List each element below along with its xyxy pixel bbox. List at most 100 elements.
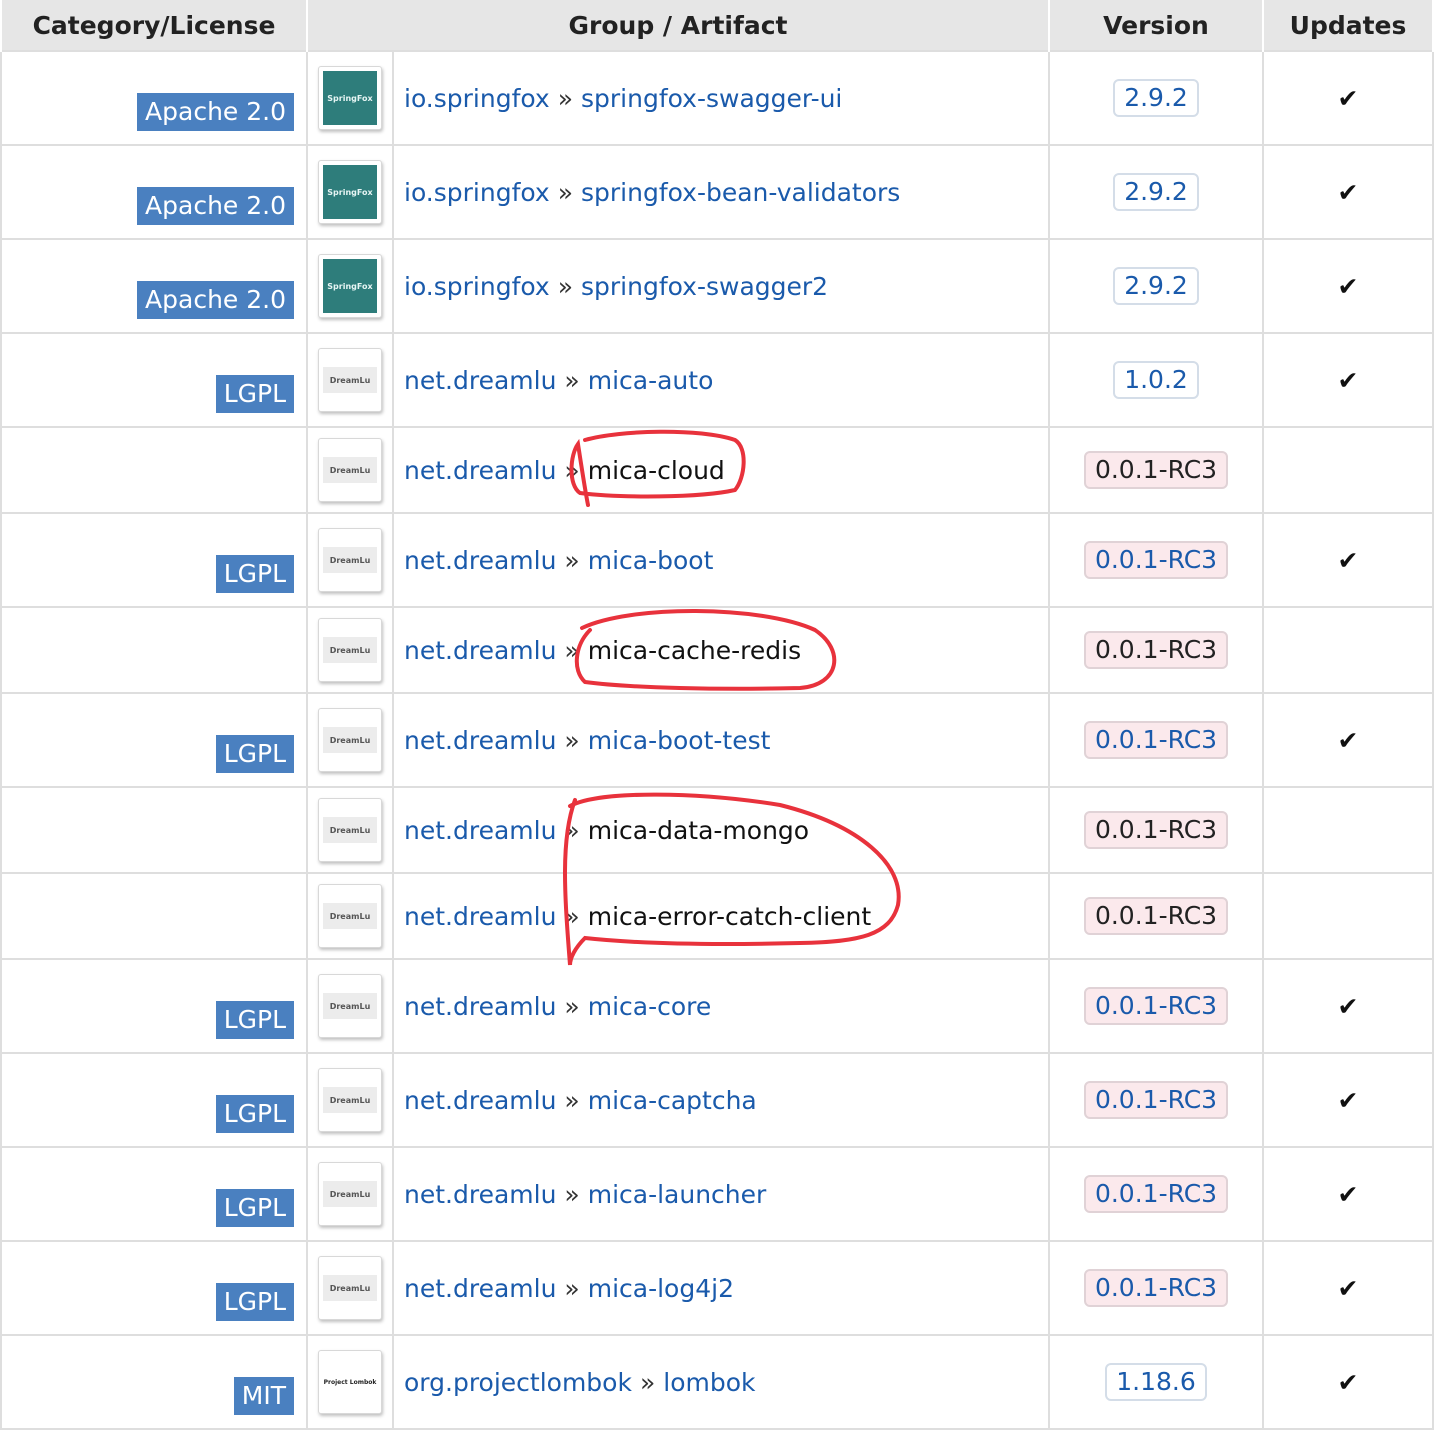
project-logo[interactable]: DreamLu [318,1068,382,1132]
update-check-icon: ✔ [1337,1085,1359,1115]
artifact-link[interactable]: mica-auto [588,366,714,395]
table-row: Apache 2.0 SpringFox io.springfox» springfo… [0,144,1435,240]
license-badge[interactable]: LGPL [215,1001,294,1039]
header-group-artifact[interactable]: Group / Artifact [305,0,1051,51]
group-link[interactable]: net.dreamlu [404,992,556,1021]
version-badge[interactable]: 2.9.2 [1113,79,1199,117]
group-link[interactable]: net.dreamlu [404,1180,556,1209]
group-link[interactable]: io.springfox [404,272,550,301]
license-badge[interactable]: LGPL [215,375,294,413]
license-badge[interactable]: LGPL [215,555,294,593]
license-badge[interactable]: Apache 2.0 [137,281,294,319]
group-link[interactable]: net.dreamlu [404,902,556,931]
version-badge[interactable]: 1.0.2 [1113,361,1199,399]
license-badge[interactable]: MIT [233,1377,294,1415]
license-badge[interactable]: LGPL [215,1283,294,1321]
version-badge[interactable]: 0.0.1-RC3 [1083,897,1229,935]
artifact-link[interactable]: mica-cloud [588,456,725,485]
license-badge[interactable]: LGPL [215,735,294,773]
update-check-icon: ✔ [1337,365,1359,395]
license-badge[interactable]: LGPL [215,1189,294,1227]
group-artifact-cell: net.dreamlu » mica-auto [391,332,1051,428]
version-badge[interactable]: 0.0.1-RC3 [1083,1081,1229,1119]
separator: » [557,177,573,207]
group-link[interactable]: net.dreamlu [404,546,556,575]
project-logo[interactable]: SpringFox [318,160,382,224]
artifact-link[interactable]: mica-log4j2 [588,1274,734,1303]
project-logo[interactable]: DreamLu [318,974,382,1038]
update-check-icon: ✔ [1337,83,1359,113]
logo-cell: DreamLu [306,958,394,1054]
version-badge[interactable]: 0.0.1-RC3 [1083,541,1229,579]
project-logo[interactable]: Project Lombok [318,1350,382,1414]
project-logo[interactable]: DreamLu [318,708,382,772]
project-logo[interactable]: DreamLu [318,348,382,412]
artifact-link[interactable]: lombok [663,1368,755,1397]
artifact-link[interactable]: springfox-swagger-ui [581,84,842,113]
version-cell: 0.0.1-RC3 [1048,606,1265,694]
project-logo[interactable]: SpringFox [318,254,382,318]
separator: » [564,365,580,395]
license-badge[interactable]: Apache 2.0 [137,93,294,131]
artifact-link[interactable]: springfox-swagger2 [581,272,828,301]
table-row: LGPL DreamLu net.dreamlu » mica-log4j2 0.0.1-… [0,1240,1435,1336]
artifact-link[interactable]: mica-captcha [588,1086,757,1115]
license-cell: LGPL [0,1146,308,1242]
header-version[interactable]: Version [1048,0,1265,51]
artifact-link[interactable]: mica-error-catch-client [588,902,871,931]
group-artifact-cell: io.springfox» springfox-swagger-ui [391,50,1051,146]
artifact-link[interactable]: mica-launcher [588,1180,767,1209]
version-cell: 2.9.2 [1048,238,1265,334]
version-badge[interactable]: 0.0.1-RC3 [1083,1175,1229,1213]
project-logo[interactable]: DreamLu [318,1162,382,1226]
artifact-link[interactable]: mica-data-mongo [588,816,809,845]
artifact-link[interactable]: mica-boot-test [588,726,771,755]
project-logo[interactable]: DreamLu [318,1256,382,1320]
version-cell: 2.9.2 [1048,50,1265,146]
version-badge[interactable]: 0.0.1-RC3 [1083,721,1229,759]
project-logo[interactable]: DreamLu [318,528,382,592]
license-badge[interactable]: Apache 2.0 [137,187,294,225]
artifact-link[interactable]: mica-core [588,992,712,1021]
logo-cell: SpringFox [306,238,394,334]
group-link[interactable]: io.springfox [404,178,550,207]
update-check-icon: ✔ [1337,545,1359,575]
update-check-icon: ✔ [1337,1367,1359,1397]
header-license[interactable]: Category/License [0,0,308,51]
version-cell: 1.0.2 [1048,332,1265,428]
group-link[interactable]: net.dreamlu [404,636,556,665]
update-check-icon: ✔ [1337,1179,1359,1209]
artifact-link[interactable]: mica-cache-redis [588,636,801,665]
version-badge[interactable]: 0.0.1-RC3 [1083,1269,1229,1307]
table-row: LGPL DreamLu net.dreamlu » mica-core 0.0.1-RC… [0,958,1435,1054]
project-logo[interactable]: DreamLu [318,884,382,948]
license-cell: LGPL [0,692,308,788]
table-row: LGPL DreamLu net.dreamlu » mica-boot 0.0.1-RC… [0,512,1435,608]
group-link[interactable]: org.projectlombok [404,1368,632,1397]
project-logo[interactable]: DreamLu [318,618,382,682]
license-badge[interactable]: LGPL [215,1095,294,1133]
project-logo[interactable]: DreamLu [318,798,382,862]
version-badge[interactable]: 0.0.1-RC3 [1083,811,1229,849]
project-logo[interactable]: SpringFox [318,66,382,130]
version-badge[interactable]: 2.9.2 [1113,267,1199,305]
group-link[interactable]: net.dreamlu [404,366,556,395]
artifact-link[interactable]: mica-boot [588,546,714,575]
project-logo[interactable]: DreamLu [318,438,382,502]
version-badge[interactable]: 0.0.1-RC3 [1083,987,1229,1025]
group-link[interactable]: net.dreamlu [404,1274,556,1303]
version-badge[interactable]: 0.0.1-RC3 [1083,631,1229,669]
group-link[interactable]: net.dreamlu [404,816,556,845]
version-badge[interactable]: 1.18.6 [1105,1363,1207,1401]
version-badge[interactable]: 2.9.2 [1113,173,1199,211]
group-link[interactable]: io.springfox [404,84,550,113]
separator: » [564,725,580,755]
version-badge[interactable]: 0.0.1-RC3 [1083,451,1229,489]
separator: » [564,815,580,845]
group-link[interactable]: net.dreamlu [404,1086,556,1115]
artifact-link[interactable]: springfox-bean-validators [581,178,900,207]
group-link[interactable]: net.dreamlu [404,456,556,485]
header-updates[interactable]: Updates [1262,0,1435,51]
group-link[interactable]: net.dreamlu [404,726,556,755]
logo-cell: DreamLu [306,1052,394,1148]
